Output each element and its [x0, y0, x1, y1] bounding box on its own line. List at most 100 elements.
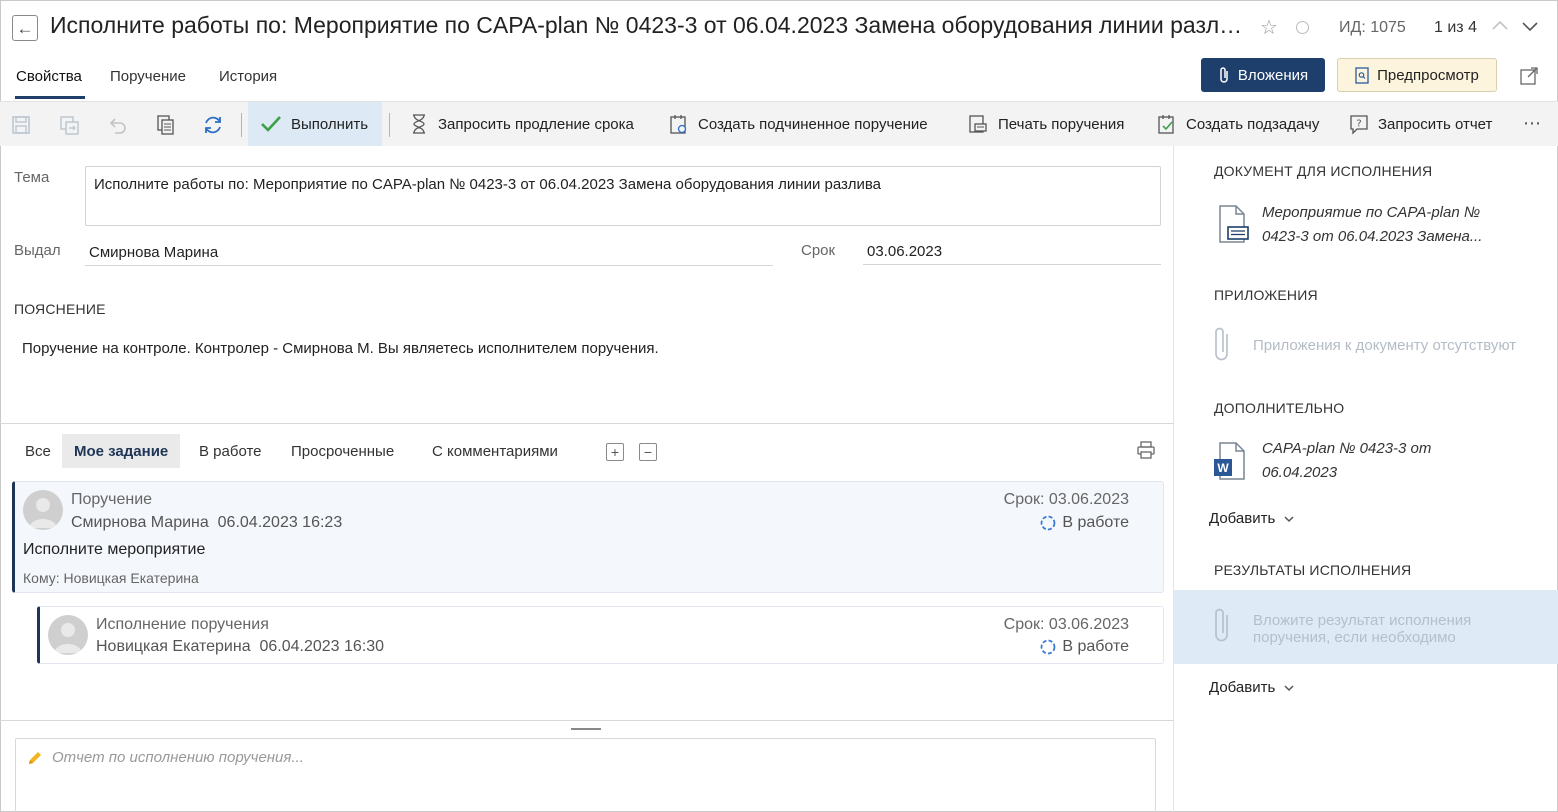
linked-document-link[interactable]: Мероприятие по CAPA-plan № 0423-3 от 06.…: [1262, 201, 1482, 249]
linked-document-line-1: Мероприятие по CAPA-plan №: [1262, 204, 1481, 221]
toolbar-separator: [389, 113, 390, 137]
right-panel: ДОКУМЕНТ ДЛЯ ИСПОЛНЕНИЯ Мероприятие по C…: [1174, 146, 1558, 812]
in-progress-icon: [1040, 515, 1056, 531]
additional-header: ДОПОЛНИТЕЛЬНО: [1214, 400, 1345, 416]
more-options-icon[interactable]: ⋯: [1523, 113, 1542, 134]
task-datetime: 06.04.2023 16:23: [217, 514, 343, 531]
expand-all-icon[interactable]: +: [606, 443, 624, 461]
filter-in-progress[interactable]: В работе: [187, 434, 274, 468]
printer-icon[interactable]: [1136, 440, 1156, 460]
document-icon: [1219, 205, 1249, 243]
report-placeholder: Отчет по исполнению поручения...: [52, 749, 304, 766]
subtask-icon: [1158, 115, 1174, 134]
avatar: [23, 490, 63, 530]
add-result-label: Добавить: [1209, 679, 1276, 696]
create-subordinate-button[interactable]: Создать подчиненное поручение: [669, 102, 928, 146]
task-title: Поручение: [71, 491, 153, 508]
chevron-down-icon: [1284, 515, 1294, 522]
attachments-empty: Приложения к документу отсутствуют: [1253, 337, 1517, 354]
open-in-new-window-icon[interactable]: [1519, 66, 1539, 86]
task-recipient: Кому: Новицкая Екатерина: [23, 570, 199, 586]
undo-icon[interactable]: [106, 114, 128, 136]
task-status-label: В работе: [1062, 514, 1129, 531]
add-additional-label: Добавить: [1209, 510, 1276, 527]
tab-assignment[interactable]: Поручение: [110, 68, 186, 85]
save-and-close-icon[interactable]: [58, 114, 80, 136]
task-card[interactable]: Поручение Смирнова Марина 06.04.2023 16:…: [12, 481, 1164, 593]
filter-with-comments[interactable]: С комментариями: [420, 434, 570, 468]
note-text: Поручение на контроле. Контролер - Смирн…: [22, 340, 659, 357]
tab-history[interactable]: История: [219, 68, 277, 85]
task-card[interactable]: Исполнение поручения Новицкая Екатерина …: [37, 606, 1164, 664]
print-assignment-label: Печать поручения: [998, 115, 1125, 133]
back-arrow-icon[interactable]: ←: [12, 15, 38, 41]
paperclip-icon: [1220, 67, 1228, 83]
pager: 1 из 4: [1434, 19, 1477, 36]
request-extension-label: Запросить продление срока: [438, 115, 634, 133]
task-datetime: 06.04.2023 16:30: [259, 638, 385, 655]
chevron-down-icon: [1284, 684, 1294, 691]
refresh-icon[interactable]: [202, 114, 224, 136]
task-author: Новицкая Екатерина: [96, 638, 251, 655]
collapse-all-icon[interactable]: −: [639, 443, 657, 461]
issued-by-label: Выдал: [14, 242, 61, 259]
preview-button[interactable]: Предпросмотр: [1337, 58, 1497, 92]
task-filter-bar: Все Мое задание В работе Просроченные С …: [0, 426, 1174, 468]
results-header: РЕЗУЛЬТАТЫ ИСПОЛНЕНИЯ: [1214, 562, 1412, 578]
toolbar-separator: [241, 113, 242, 137]
save-icon[interactable]: [10, 114, 32, 136]
results-hint-line-2: поручения, если необходимо: [1253, 629, 1456, 646]
additional-document-link[interactable]: CAPA-plan № 0423-3 от 06.04.2023: [1262, 437, 1431, 485]
task-body: Исполните мероприятие: [23, 541, 206, 558]
topic-label: Тема: [14, 169, 50, 186]
svg-text:?: ?: [1356, 119, 1361, 130]
filter-overdue[interactable]: Просроченные: [279, 434, 406, 468]
word-document-icon: W: [1214, 442, 1245, 480]
due-date-field[interactable]: 03.06.2023: [863, 243, 1161, 265]
attachments-button-label: Вложения: [1237, 66, 1309, 84]
resize-grip[interactable]: [571, 728, 601, 730]
tab-bar: Свойства Поручение История Вложения Пред…: [0, 58, 1558, 100]
add-result-button[interactable]: Добавить: [1209, 679, 1295, 696]
pencil-icon: [29, 752, 41, 764]
chevron-up-icon[interactable]: [1491, 17, 1509, 35]
document-id: ИД: 1075: [1339, 19, 1406, 36]
topic-field[interactable]: Исполните работы по: Мероприятие по CAPA…: [85, 166, 1161, 226]
main-panel: Тема Исполните работы по: Мероприятие по…: [0, 146, 1174, 812]
additional-document-line-1: CAPA-plan № 0423-3 от: [1262, 440, 1432, 457]
star-icon[interactable]: ☆: [1260, 15, 1278, 40]
create-subtask-button[interactable]: Создать подзадачу: [1157, 102, 1319, 146]
create-subtask-label: Создать подзадачу: [1186, 115, 1320, 133]
request-report-button[interactable]: ? Запросить отчет: [1349, 102, 1492, 146]
tab-properties[interactable]: Свойства: [16, 68, 82, 85]
subordinate-assignment-icon: [670, 115, 687, 134]
svg-text:W: W: [1217, 461, 1229, 475]
avatar: [48, 615, 88, 655]
attachments-button[interactable]: Вложения: [1201, 58, 1325, 92]
task-due: Срок: 03.06.2023: [1003, 491, 1129, 508]
active-tab-indicator: [15, 96, 85, 99]
status-circle-icon[interactable]: [1296, 21, 1309, 34]
task-author-meta: Смирнова Марина 06.04.2023 16:23: [71, 514, 342, 532]
filter-my-task[interactable]: Мое задание: [62, 434, 181, 468]
request-extension-button[interactable]: Запросить продление срока: [409, 102, 634, 146]
add-additional-button[interactable]: Добавить: [1209, 510, 1295, 527]
request-report-label: Запросить отчет: [1378, 115, 1493, 133]
filter-all[interactable]: Все: [13, 434, 63, 468]
print-icon: [969, 115, 987, 133]
toolbar: Выполнить Запросить продление срока Созд…: [0, 101, 1558, 146]
chevron-down-icon[interactable]: [1521, 17, 1539, 35]
task-status-label: В работе: [1062, 638, 1129, 655]
page-title: Исполните работы по: Мероприятие по CAPA…: [50, 12, 1250, 38]
checkmark-icon: [261, 116, 281, 132]
header: ← Исполните работы по: Мероприятие по CA…: [0, 0, 1558, 58]
report-divider: [0, 720, 1174, 721]
issued-by-field[interactable]: Смирнова Марина: [85, 244, 773, 266]
question-bubble-icon: ?: [1350, 115, 1368, 135]
results-hint-line-1: Вложите результат исполнения: [1253, 612, 1472, 629]
execute-button[interactable]: Выполнить: [248, 102, 383, 146]
task-status: В работе: [1040, 514, 1129, 532]
print-assignment-button[interactable]: Печать поручения: [967, 102, 1124, 146]
copy-icon[interactable]: [155, 114, 177, 136]
additional-document-line-2: 06.04.2023: [1262, 464, 1338, 481]
